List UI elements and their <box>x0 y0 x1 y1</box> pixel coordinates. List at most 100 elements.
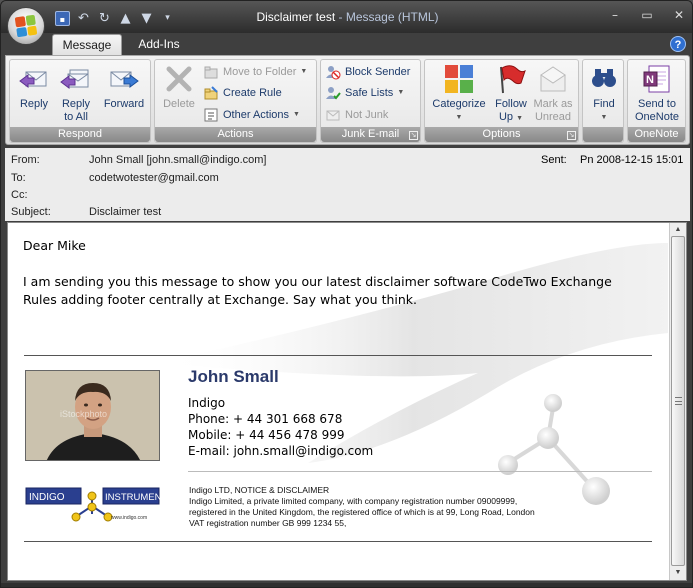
not-junk-label: Not Junk <box>345 109 389 121</box>
ribbon: Reply Reply to All Forward Respond Delet… <box>5 55 690 145</box>
find-button[interactable]: Find ▼ <box>587 63 621 124</box>
title-bar: ▪ ↶ ↻ ▲ ▼ ▾ Disclaimer test - Message (H… <box>1 1 692 33</box>
safe-lists-button[interactable]: Safe Lists ▼ <box>325 84 404 102</box>
signature-bottom-rule <box>24 541 652 542</box>
logo-url-text: www.indigo.com <box>111 515 147 521</box>
create-rule-button[interactable]: Create Rule <box>203 84 282 102</box>
create-rule-icon <box>203 85 219 101</box>
greeting: Dear Mike <box>23 238 86 253</box>
create-rule-label: Create Rule <box>223 87 282 99</box>
disclaimer-line: VAT registration number GB 999 1234 55, <box>189 518 347 528</box>
scroll-down-icon[interactable]: ▼ <box>671 567 685 579</box>
tab-message[interactable]: Message <box>52 34 122 55</box>
to-label: To: <box>11 172 26 184</box>
move-to-folder-button[interactable]: Move to Folder ▼ <box>203 63 307 81</box>
close-button[interactable]: ✕ <box>670 7 688 23</box>
reply-all-button[interactable]: Reply to All <box>56 63 96 124</box>
categorize-button[interactable]: Categorize ▼ <box>428 63 490 124</box>
follow-up-label-2-text: Up <box>498 111 514 123</box>
block-sender-label: Block Sender <box>345 66 411 78</box>
office-button[interactable] <box>7 7 45 45</box>
block-sender-icon <box>325 64 341 80</box>
forward-label: Forward <box>103 98 145 110</box>
message-body[interactable]: Dear Mike I am sending you this message … <box>7 222 687 581</box>
scrollbar-grip <box>675 397 682 405</box>
legal-disclaimer: Indigo LTD, NOTICE & DISCLAIMER Indigo L… <box>189 485 535 529</box>
window-title-doc: Disclaimer test <box>256 10 336 24</box>
outlook-message-window: ▪ ↶ ↻ ▲ ▼ ▾ Disclaimer test - Message (H… <box>0 0 693 588</box>
delete-label: Delete <box>163 98 195 110</box>
not-junk-icon <box>325 107 341 123</box>
not-junk-button[interactable]: Not Junk <box>325 106 388 124</box>
logo-left-text: INDIGO <box>29 492 65 503</box>
signature-company: Indigo <box>188 396 226 410</box>
block-sender-button[interactable]: Block Sender <box>325 63 410 81</box>
signature-email[interactable]: E-mail: john.small@indigo.com <box>188 444 373 458</box>
signature-mobile: Mobile: + 44 456 478 999 <box>188 428 345 442</box>
reply-button[interactable]: Reply <box>14 63 54 111</box>
move-folder-icon <box>203 64 219 80</box>
signature-photo: iStockphoto <box>25 370 160 461</box>
other-actions-button[interactable]: Other Actions ▼ <box>203 106 300 124</box>
maximize-button[interactable]: ▭ <box>638 7 656 23</box>
disclaimer-line: Indigo Limited, a private limited compan… <box>189 496 518 506</box>
signature-phone: Phone: + 44 301 668 678 <box>188 412 343 426</box>
ribbon-tabs: Message Add-Ins ? <box>1 33 692 55</box>
window-title-app: Message (HTML) <box>345 10 439 24</box>
disclaimer-line: Indigo LTD, NOTICE & DISCLAIMER <box>189 485 330 495</box>
send-to-onenote-button[interactable]: N Send to OneNote <box>630 63 684 124</box>
svg-text:N: N <box>646 74 654 86</box>
safe-lists-icon <box>325 85 341 101</box>
reply-all-label-2: to All <box>64 111 88 123</box>
sent-label: Sent: <box>541 154 567 166</box>
scrollbar-thumb[interactable] <box>671 236 685 566</box>
onenote-icon: N <box>641 63 673 95</box>
follow-up-label-1: Follow <box>495 98 527 110</box>
delete-icon <box>163 63 195 95</box>
to-value[interactable]: codetwotester@gmail.com <box>89 172 219 184</box>
cc-label: Cc: <box>11 189 28 201</box>
reply-label: Reply <box>19 98 49 110</box>
message-text: Dear Mike I am sending you this message … <box>23 237 643 309</box>
other-actions-label: Other Actions <box>223 109 290 121</box>
chevron-down-icon: ▼ <box>300 68 308 75</box>
reply-all-label-1: Reply <box>61 98 91 110</box>
forward-button[interactable]: Forward <box>100 63 148 111</box>
group-junk-email-label: Junk E-mail <box>321 127 420 142</box>
group-actions-label: Actions <box>155 127 316 142</box>
from-label: From: <box>11 154 40 166</box>
mark-unread-icon <box>537 63 569 95</box>
subject-value: Disclaimer test <box>89 206 162 218</box>
follow-up-button[interactable]: Follow Up ▼ <box>491 63 531 125</box>
chevron-down-icon: ▼ <box>600 114 608 121</box>
mark-as-unread-button[interactable]: Mark as Unread <box>531 63 575 124</box>
group-junk-email: Block Sender Safe Lists ▼ Not Junk Junk E… <box>320 59 421 143</box>
other-actions-icon <box>203 107 219 123</box>
move-to-folder-label: Move to Folder <box>223 66 297 78</box>
message-paragraph: I am sending you this message to show yo… <box>23 274 612 307</box>
chevron-down-icon: ▼ <box>455 114 463 121</box>
chevron-down-icon: ▼ <box>293 111 300 118</box>
tab-add-ins[interactable]: Add-Ins <box>129 34 189 55</box>
vertical-scrollbar[interactable]: ▲ ▼ <box>669 223 686 580</box>
group-respond-label: Respond <box>10 127 150 142</box>
group-onenote-label: OneNote <box>628 127 685 142</box>
follow-up-flag-icon <box>495 63 527 95</box>
delete-button[interactable]: Delete <box>159 63 199 111</box>
options-dialog-launcher-icon[interactable]: ↘ <box>567 131 576 140</box>
minimize-button[interactable]: – <box>606 7 624 23</box>
signature-top-rule <box>24 355 652 356</box>
categorize-icon <box>443 63 475 95</box>
group-options-label: Options <box>425 127 578 142</box>
help-icon[interactable]: ? <box>670 36 686 52</box>
mark-unread-label-2: Unread <box>534 111 572 123</box>
junk-dialog-launcher-icon[interactable]: ↘ <box>409 131 418 140</box>
chevron-down-icon: ▼ <box>397 89 405 96</box>
scroll-up-icon[interactable]: ▲ <box>671 224 685 236</box>
photo-watermark: iStockphoto <box>60 409 107 419</box>
window-controls: – ▭ ✕ <box>606 7 688 23</box>
group-find-label <box>583 127 623 142</box>
from-value[interactable]: John Small [john.small@indigo.com] <box>89 154 266 166</box>
send-onenote-label-1: Send to <box>638 98 676 110</box>
window-title: Disclaimer test - Message (HTML) <box>1 10 692 24</box>
